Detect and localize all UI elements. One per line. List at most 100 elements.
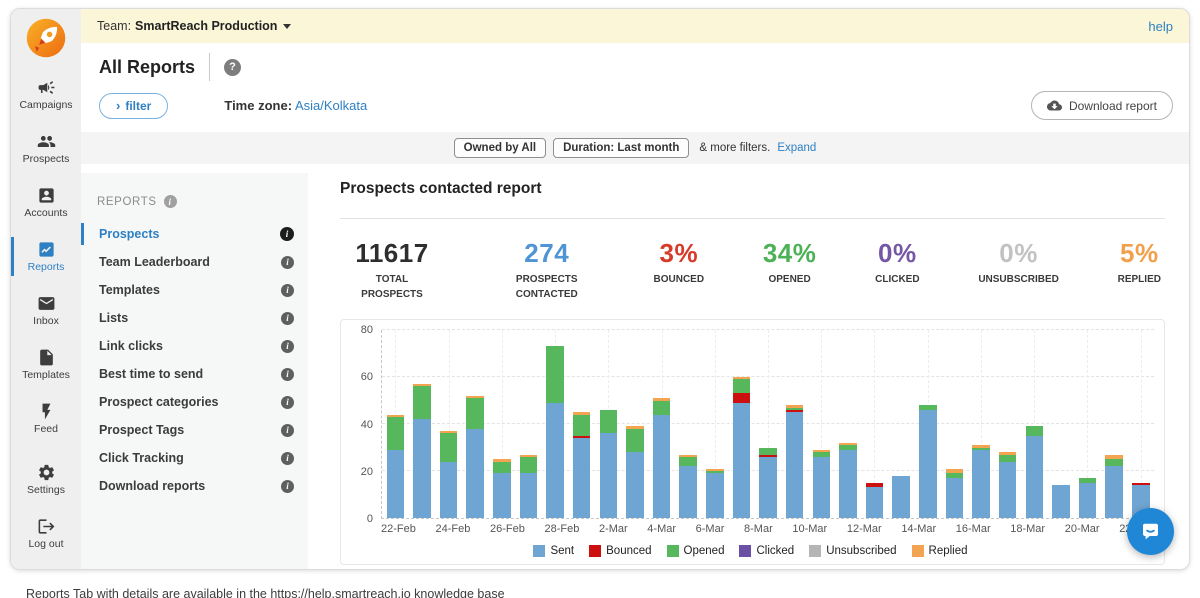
stat-label: PROSPECTS CONTACTED	[499, 273, 595, 302]
filter-chip-duration[interactable]: Duration: Last month	[553, 138, 689, 158]
legend-swatch	[809, 545, 821, 557]
reports-nav-item-prospect-categories[interactable]: Prospect categoriesi	[81, 388, 308, 416]
chat-launcher-button[interactable]	[1127, 508, 1174, 555]
team-selector[interactable]: SmartReach Production	[135, 19, 277, 33]
bar-20-Mar[interactable]	[1079, 330, 1097, 518]
timezone-link[interactable]: Asia/Kolkata	[295, 98, 367, 113]
bar-25-Feb[interactable]	[466, 330, 484, 518]
reports-nav-item-download-reports[interactable]: Download reportsi	[81, 472, 308, 500]
reports-nav-item-click-tracking[interactable]: Click Trackingi	[81, 444, 308, 472]
bar-12-Mar[interactable]	[866, 330, 884, 518]
legend-item-clicked[interactable]: Clicked	[739, 545, 794, 557]
legend-item-opened[interactable]: Opened	[667, 545, 725, 557]
sidebar-item-inbox[interactable]: Inbox	[11, 288, 81, 333]
bar-10-Mar[interactable]	[813, 330, 831, 518]
sidebar-item-templates[interactable]: Templates	[11, 342, 81, 387]
sidebar-item-log-out[interactable]: Log out	[11, 511, 81, 556]
reports-nav-item-best-time-to-send[interactable]: Best time to sendi	[81, 360, 308, 388]
info-icon[interactable]: i	[281, 396, 294, 409]
filter-button[interactable]: › filter	[99, 93, 168, 119]
bar-11-Mar[interactable]	[839, 330, 857, 518]
sidebar-item-campaigns[interactable]: Campaigns	[11, 72, 81, 117]
smartreach-logo-icon[interactable]	[24, 16, 68, 60]
sidebar-item-prospects[interactable]: Prospects	[11, 126, 81, 171]
reports-nav-item-team-leaderboard[interactable]: Team Leaderboardi	[81, 248, 308, 276]
bar-18-Mar[interactable]	[1026, 330, 1044, 518]
bar-22-Mar[interactable]	[1132, 330, 1150, 518]
sidebar-item-reports[interactable]: Reports	[11, 234, 81, 279]
legend-item-bounced[interactable]: Bounced	[589, 545, 651, 557]
bar-slot	[968, 330, 995, 518]
legend-item-sent[interactable]: Sent	[533, 545, 574, 557]
bar-slot	[915, 330, 942, 518]
bar-1-Mar[interactable]	[573, 330, 591, 518]
bar-24-Feb[interactable]	[440, 330, 458, 518]
stat-total-prospects: 11617TOTAL PROSPECTS	[344, 238, 440, 302]
bar-22-Feb[interactable]	[387, 330, 405, 518]
reports-nav-item-link-clicks[interactable]: Link clicksi	[81, 332, 308, 360]
chevron-right-icon: ›	[116, 101, 120, 111]
bar-slot	[515, 330, 542, 518]
bar-segment-sent	[919, 410, 937, 518]
reports-nav-item-prospect-tags[interactable]: Prospect Tagsi	[81, 416, 308, 444]
info-icon[interactable]: i	[280, 227, 294, 241]
bar-7-Mar[interactable]	[733, 330, 751, 518]
x-tick-label: 18-Mar	[1010, 523, 1045, 535]
stat-label: UNSUBSCRIBED	[978, 273, 1059, 288]
info-icon[interactable]: i	[281, 424, 294, 437]
bar-slot	[462, 330, 489, 518]
bar-28-Feb[interactable]	[546, 330, 564, 518]
bar-slot	[781, 330, 808, 518]
reports-nav-items: ProspectsiTeam LeaderboardiTemplatesiLis…	[81, 220, 308, 500]
bar-15-Mar[interactable]	[946, 330, 964, 518]
info-icon[interactable]: i	[281, 256, 294, 269]
download-report-button[interactable]: Download report	[1031, 91, 1173, 120]
info-icon[interactable]: i	[281, 340, 294, 353]
bar-segment-sent	[493, 473, 511, 518]
bar-14-Mar[interactable]	[919, 330, 937, 518]
help-link[interactable]: help	[1148, 19, 1173, 34]
bar-27-Feb[interactable]	[520, 330, 538, 518]
question-circle-icon[interactable]: ?	[224, 59, 241, 76]
reports-nav-item-label: Lists	[99, 311, 281, 325]
legend-item-replied[interactable]: Replied	[912, 545, 968, 557]
info-icon[interactable]: i	[281, 284, 294, 297]
bar-slot	[941, 330, 968, 518]
bar-4-Mar[interactable]	[653, 330, 671, 518]
bar-3-Mar[interactable]	[626, 330, 644, 518]
sidebar-item-feed[interactable]: Feed	[11, 396, 81, 441]
sidebar-nav-bottom: Settings Log out	[11, 457, 81, 565]
bar-2-Mar[interactable]	[600, 330, 618, 518]
bar-17-Mar[interactable]	[999, 330, 1017, 518]
team-label: Team:	[97, 19, 131, 33]
reports-nav-item-label: Prospect categories	[99, 395, 281, 409]
info-icon[interactable]: i	[164, 195, 177, 208]
sidebar-item-settings[interactable]: Settings	[11, 457, 81, 502]
info-icon[interactable]: i	[281, 480, 294, 493]
expand-filters-link[interactable]: Expand	[777, 142, 816, 154]
reports-nav-item-prospects[interactable]: Prospectsi	[81, 220, 308, 248]
reports-nav-item-lists[interactable]: Listsi	[81, 304, 308, 332]
legend-label: Unsubscribed	[826, 545, 896, 557]
sidebar-item-accounts[interactable]: Accounts	[11, 180, 81, 225]
filter-chip-owner[interactable]: Owned by All	[454, 138, 546, 158]
info-icon[interactable]: i	[281, 452, 294, 465]
bar-9-Mar[interactable]	[786, 330, 804, 518]
stat-prospects-contacted: 274PROSPECTS CONTACTED	[499, 238, 595, 302]
bar-23-Feb[interactable]	[413, 330, 431, 518]
reports-nav-item-templates[interactable]: Templatesi	[81, 276, 308, 304]
bar-5-Mar[interactable]	[679, 330, 697, 518]
info-icon[interactable]: i	[281, 312, 294, 325]
reports-nav-item-label: Download reports	[99, 479, 281, 493]
bar-6-Mar[interactable]	[706, 330, 724, 518]
legend-item-unsubscribed[interactable]: Unsubscribed	[809, 545, 896, 557]
bar-16-Mar[interactable]	[972, 330, 990, 518]
bar-8-Mar[interactable]	[759, 330, 777, 518]
bar-21-Mar[interactable]	[1105, 330, 1123, 518]
x-tick-label: 20-Mar	[1065, 523, 1100, 535]
bar-13-Mar[interactable]	[892, 330, 910, 518]
info-icon[interactable]: i	[281, 368, 294, 381]
file-icon	[37, 348, 56, 367]
bar-19-Mar[interactable]	[1052, 330, 1070, 518]
bar-26-Feb[interactable]	[493, 330, 511, 518]
